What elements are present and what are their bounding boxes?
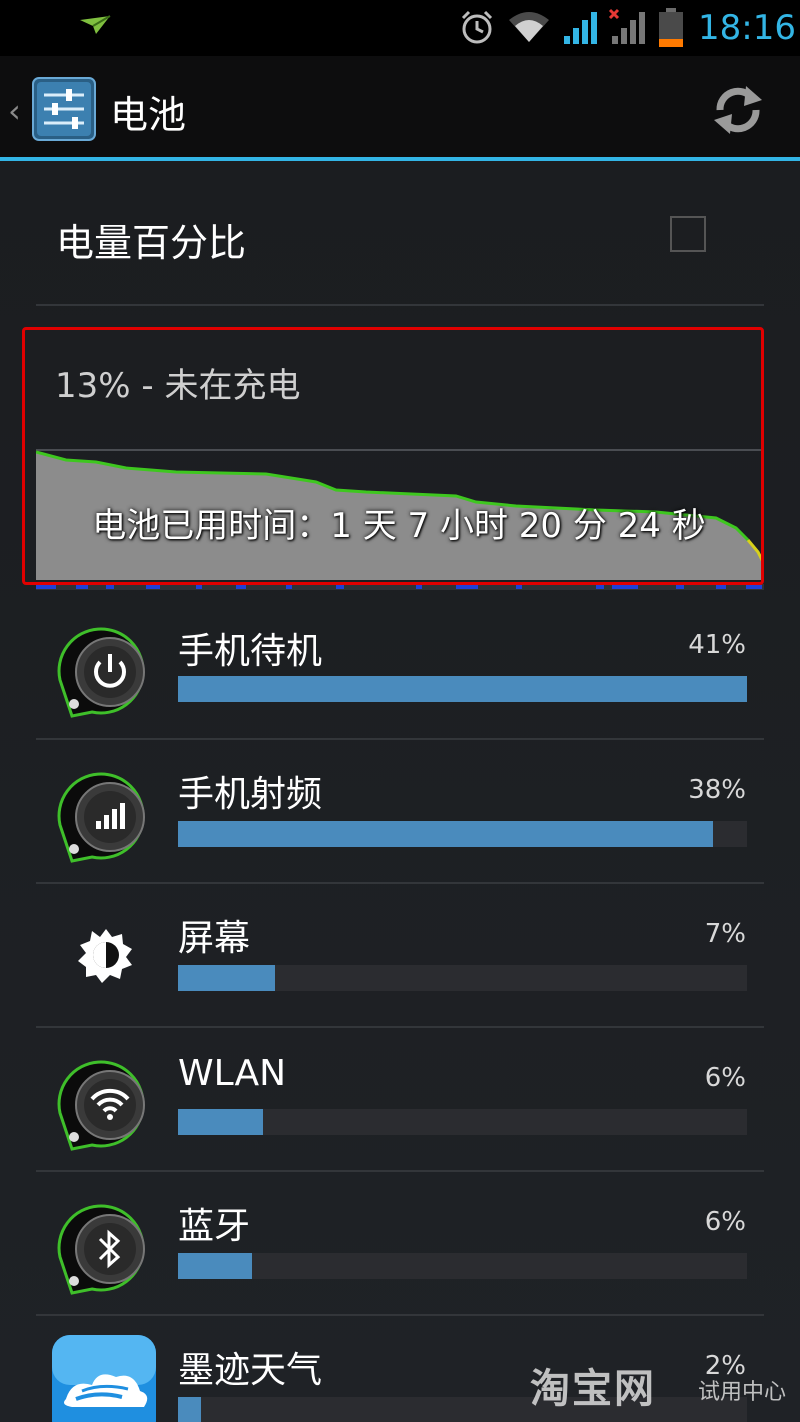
wifi-icon bbox=[509, 12, 549, 42]
cell-signal-icon bbox=[57, 772, 145, 863]
usage-label: 手机待机 bbox=[178, 631, 323, 672]
usage-bar-fill bbox=[178, 1253, 252, 1279]
watermark: 淘宝网 试用中心 bbox=[530, 1356, 800, 1416]
usage-percent: 6% bbox=[704, 1063, 746, 1093]
clock: 18:16 bbox=[698, 8, 796, 48]
usage-bar-fill bbox=[178, 821, 713, 847]
notification-plane-icon bbox=[80, 15, 111, 34]
battery-percentage-label: 电量百分比 bbox=[56, 221, 247, 265]
usage-row-screen[interactable]: 屏幕 7% bbox=[0, 883, 800, 1027]
usage-bar-fill bbox=[178, 1397, 201, 1422]
divider bbox=[36, 304, 764, 306]
usage-bar-fill bbox=[178, 1109, 264, 1135]
usage-label: 墨迹天气 bbox=[178, 1350, 323, 1391]
usage-row-wlan[interactable]: WLAN 6% bbox=[0, 1027, 800, 1171]
battery-percentage-checkbox[interactable] bbox=[670, 216, 706, 252]
usage-row-cell-radio[interactable]: 手机射频 38% bbox=[0, 739, 800, 883]
bluetooth-icon bbox=[57, 1204, 145, 1295]
usage-bar-track bbox=[178, 821, 747, 847]
usage-bar-fill bbox=[178, 676, 747, 702]
brightness-icon bbox=[78, 929, 132, 983]
usage-row-bluetooth[interactable]: 蓝牙 6% bbox=[0, 1171, 800, 1315]
weather-app-icon bbox=[52, 1335, 156, 1422]
wifi-icon bbox=[57, 1060, 145, 1151]
refresh-icon[interactable] bbox=[706, 80, 770, 140]
usage-row-phone-idle[interactable]: 手机待机 41% bbox=[0, 594, 800, 738]
page-title: 电池 bbox=[110, 93, 187, 137]
settings-sliders-icon[interactable] bbox=[32, 77, 96, 141]
usage-label: 屏幕 bbox=[178, 918, 251, 959]
watermark-brand: 淘宝网 bbox=[530, 1366, 656, 1412]
usage-bar-track bbox=[178, 965, 747, 991]
usage-label: 蓝牙 bbox=[178, 1206, 251, 1247]
usage-percent: 41% bbox=[688, 630, 746, 660]
battery-low-icon bbox=[659, 8, 683, 47]
signal-icon bbox=[564, 12, 597, 44]
usage-bar-fill bbox=[178, 965, 275, 991]
power-standby-icon bbox=[57, 627, 145, 718]
usage-percent: 6% bbox=[704, 1207, 746, 1237]
status-bar: 18:16 bbox=[0, 0, 800, 56]
usage-bar-track bbox=[178, 1109, 747, 1135]
usage-label: 手机射频 bbox=[178, 774, 323, 815]
usage-percent: 7% bbox=[704, 919, 746, 949]
watermark-sub: 试用中心 bbox=[698, 1380, 787, 1405]
usage-label: WLAN bbox=[178, 1053, 287, 1094]
chevron-left-icon[interactable]: ‹ bbox=[8, 92, 21, 130]
usage-bar-track bbox=[178, 676, 747, 702]
usage-bar-track bbox=[178, 1253, 747, 1279]
signal-no-service-icon bbox=[608, 8, 645, 44]
alarm-icon bbox=[461, 10, 493, 44]
usage-percent: 38% bbox=[688, 775, 746, 805]
highlight-border bbox=[22, 327, 764, 585]
